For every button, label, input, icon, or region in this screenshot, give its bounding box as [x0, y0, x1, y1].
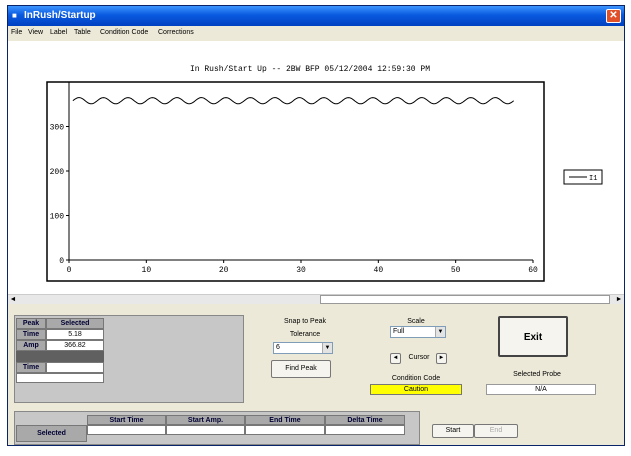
x-tick-label: 10	[142, 266, 152, 275]
x-tick-label: 40	[374, 266, 384, 275]
delta-time-header: Delta Time	[325, 415, 405, 425]
start-amp-value	[166, 425, 245, 435]
tolerance-value: 6	[276, 344, 280, 351]
menu-view[interactable]: View	[28, 29, 43, 36]
menu-condition-code[interactable]: Condition Code	[100, 29, 148, 36]
time-value-2	[16, 373, 104, 383]
x-tick-label: 30	[296, 266, 306, 275]
x-tick-label: 20	[219, 266, 229, 275]
end-time-header: End Time	[245, 415, 325, 425]
chevron-down-icon[interactable]: ▼	[322, 343, 332, 353]
condition-code-value: Caution	[370, 384, 462, 395]
x-tick-label: 0	[67, 266, 72, 275]
end-time-value	[245, 425, 325, 435]
time-row-label: Time	[16, 329, 46, 340]
close-button[interactable]: ✕	[606, 9, 621, 23]
scroll-left-arrow-icon[interactable]: ◄	[9, 295, 17, 304]
start-button[interactable]: Start	[432, 424, 474, 438]
end-button[interactable]: End	[474, 424, 518, 438]
control-panel: Peak Selected Time 5.18 Amp 366.82 Time …	[8, 304, 624, 445]
y-tick-label: 100	[50, 213, 65, 222]
y-tick-label: 0	[59, 257, 64, 266]
inrush-window: ■ InRush/Startup ✕ File View Label Table…	[7, 5, 625, 446]
menu-table[interactable]: Table	[74, 29, 91, 36]
scale-value: Full	[393, 328, 405, 335]
selected-probe-value: N/A	[486, 384, 596, 395]
peak-table-separator	[16, 351, 104, 362]
menu-corrections[interactable]: Corrections	[158, 29, 194, 36]
cursor-label: Cursor	[408, 354, 430, 361]
scroll-right-arrow-icon[interactable]: ►	[615, 295, 623, 304]
title-bar: ■ InRush/Startup ✕	[8, 6, 624, 26]
cursor-left-button[interactable]: ◄	[390, 353, 401, 364]
menu-file[interactable]: File	[11, 29, 22, 36]
x-tick-label: 50	[451, 266, 461, 275]
scroll-thumb[interactable]	[320, 295, 610, 304]
chevron-down-icon[interactable]: ▼	[435, 327, 445, 337]
snap-to-peak-label: Snap to Peak	[283, 318, 327, 325]
amp-row-label: Amp	[16, 340, 46, 351]
legend-label: I1	[589, 175, 597, 183]
y-tick-label: 300	[50, 124, 65, 133]
peak-amp-value: 366.82	[46, 340, 104, 351]
plot-frame	[46, 81, 545, 282]
tolerance-select[interactable]: 6 ▼	[273, 342, 333, 354]
selected-row-label: Selected	[16, 425, 87, 442]
inrush-chart: In Rush/Start Up -- 2BW BFP 05/12/2004 1…	[46, 65, 603, 282]
menu-bar: File View Label Table Condition Code Cor…	[8, 26, 624, 41]
y-tick-label: 200	[50, 168, 65, 177]
chart-title: In Rush/Start Up -- 2BW BFP 05/12/2004 1…	[190, 65, 430, 74]
x-tick-label: 60	[528, 266, 538, 275]
scale-select[interactable]: Full ▼	[390, 326, 446, 338]
selected-header: Selected	[46, 318, 104, 329]
tolerance-label: Tolerance	[289, 331, 321, 338]
plot-area: In Rush/Start Up -- 2BW BFP 05/12/2004 1…	[8, 41, 624, 294]
selected-probe-label: Selected Probe	[513, 371, 561, 378]
peak-header: Peak	[16, 318, 46, 329]
cursor-right-button[interactable]: ►	[436, 353, 447, 364]
start-amp-header: Start Amp.	[166, 415, 245, 425]
find-peak-button[interactable]: Find Peak	[271, 360, 331, 378]
window-title: InRush/Startup	[24, 10, 96, 21]
start-time-header: Start Time	[87, 415, 166, 425]
menu-label[interactable]: Label	[50, 29, 67, 36]
horizontal-scrollbar[interactable]: ◄ ►	[8, 294, 624, 304]
delta-time-value	[325, 425, 405, 435]
scale-label: Scale	[407, 318, 425, 325]
app-icon: ■	[12, 11, 17, 20]
exit-button[interactable]: Exit	[498, 316, 568, 357]
time-value	[46, 362, 104, 373]
start-time-value	[87, 425, 166, 435]
condition-code-label: Condition Code	[391, 375, 441, 382]
peak-time-value: 5.18	[46, 329, 104, 340]
time-label: Time	[16, 362, 46, 373]
